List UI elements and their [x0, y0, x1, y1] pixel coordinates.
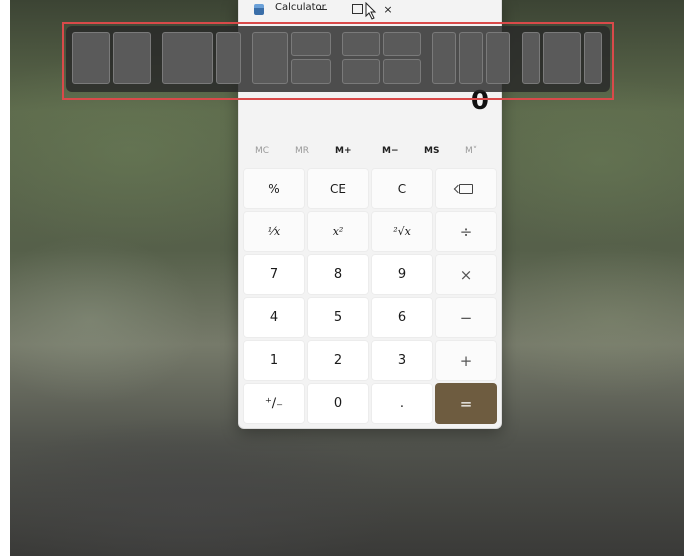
square-button[interactable]: x² [307, 211, 369, 252]
snap-layout-wide-center [522, 32, 602, 84]
divide-button[interactable]: ÷ [435, 211, 497, 252]
digit-4-button[interactable]: 4 [243, 297, 305, 338]
memory-add-button[interactable]: M+ [335, 146, 352, 156]
snap-layout-half-quarters [252, 32, 331, 84]
title-bar[interactable]: Calculator × [239, 0, 501, 20]
snap-layout-quarters [342, 32, 421, 84]
square-label: x² [332, 225, 344, 238]
snap-zone[interactable] [584, 32, 602, 84]
snap-layouts-flyout [66, 26, 610, 92]
minimize-icon [317, 8, 327, 10]
digit-1-button[interactable]: 1 [243, 340, 305, 381]
multiply-button[interactable]: × [435, 254, 497, 295]
snap-zone[interactable] [291, 32, 331, 56]
square-root-button[interactable]: ²√x [371, 211, 433, 252]
snap-zone[interactable] [459, 32, 483, 84]
add-button[interactable]: + [435, 340, 497, 381]
backspace-icon [459, 183, 473, 194]
close-button[interactable]: × [374, 0, 402, 18]
equals-button[interactable]: = [435, 383, 497, 424]
snap-layout-two-thirds [162, 32, 241, 84]
digit-9-button[interactable]: 9 [371, 254, 433, 295]
digit-8-button[interactable]: 8 [307, 254, 369, 295]
memory-list-button[interactable]: M˅ [465, 146, 477, 156]
clear-button[interactable]: C [371, 168, 433, 209]
memory-store-button[interactable]: MS [424, 146, 439, 156]
decimal-button[interactable]: . [371, 383, 433, 424]
snap-zone[interactable] [342, 59, 380, 84]
subtract-button[interactable]: − [435, 297, 497, 338]
snap-zone[interactable] [291, 59, 331, 84]
maximize-icon [351, 4, 363, 14]
digit-2-button[interactable]: 2 [307, 340, 369, 381]
negate-button[interactable]: ⁺∕₋ [243, 383, 305, 424]
snap-zone[interactable] [383, 59, 421, 84]
reciprocal-button[interactable]: ¹⁄x [243, 211, 305, 252]
snap-zone[interactable] [113, 32, 151, 84]
maximize-button[interactable] [343, 0, 371, 18]
digit-5-button[interactable]: 5 [307, 297, 369, 338]
digit-7-button[interactable]: 7 [243, 254, 305, 295]
digit-3-button[interactable]: 3 [371, 340, 433, 381]
square-root-label: ²√x [393, 225, 411, 238]
snap-zone[interactable] [216, 32, 241, 84]
snap-zone[interactable] [543, 32, 581, 84]
snap-zone[interactable] [432, 32, 456, 84]
calculator-app-icon [254, 4, 264, 15]
snap-layout-thirds [432, 32, 510, 84]
snap-zone[interactable] [383, 32, 421, 56]
memory-subtract-button[interactable]: M− [382, 146, 399, 156]
digit-6-button[interactable]: 6 [371, 297, 433, 338]
clear-entry-button[interactable]: CE [307, 168, 369, 209]
memory-clear-button[interactable]: MC [255, 146, 269, 156]
snap-zone[interactable] [486, 32, 510, 84]
snap-zone[interactable] [252, 32, 288, 84]
snap-zone[interactable] [522, 32, 540, 84]
snap-layout-halves [72, 32, 151, 84]
reciprocal-label: ¹⁄x [267, 225, 281, 238]
snap-zone[interactable] [72, 32, 110, 84]
memory-recall-button[interactable]: MR [295, 146, 309, 156]
digit-0-button[interactable]: 0 [307, 383, 369, 424]
minimize-button[interactable] [308, 0, 336, 18]
snap-zone[interactable] [342, 32, 380, 56]
backspace-button[interactable] [435, 168, 497, 209]
percent-button[interactable]: % [243, 168, 305, 209]
snap-zone[interactable] [162, 32, 213, 84]
